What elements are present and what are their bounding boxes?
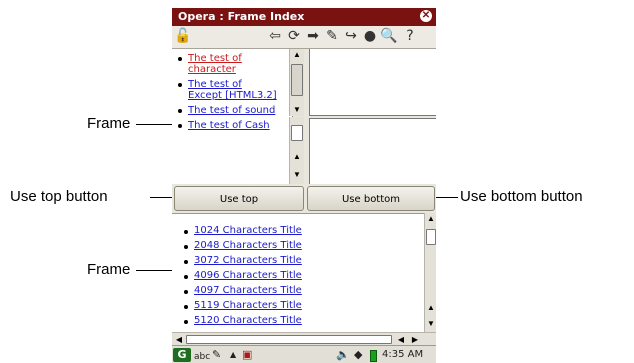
reload-icon[interactable]: ⟳	[285, 28, 303, 45]
input-mode-label[interactable]: abc	[194, 350, 210, 363]
window-title: Opera : Frame Index	[178, 10, 305, 23]
frame-bottom-link-list: 1024 Characters Title 2048 Characters Ti…	[172, 214, 424, 327]
bookmark-icon[interactable]: ↪	[342, 28, 360, 45]
frame-top-right-lower[interactable]	[309, 118, 436, 184]
list-item: 1024 Characters Title	[184, 225, 424, 237]
forward-icon[interactable]: ➡	[304, 28, 322, 45]
battery-icon	[370, 350, 377, 362]
list-item: 4097 Characters Title	[184, 285, 424, 297]
scroll-up-arrow-icon[interactable]: ▲	[290, 49, 304, 61]
scrollbar-thumb[interactable]	[186, 335, 392, 344]
list-item: 5120 Characters Title	[184, 315, 424, 327]
link-test-of-sound[interactable]: The test of sound	[188, 105, 275, 116]
keyboard-icon[interactable]: ▣	[242, 348, 252, 362]
frame-callout-bottom: Frame	[87, 261, 131, 278]
link-test-of-character[interactable]: The test of character	[188, 53, 242, 75]
scroll-down-arrow-icon[interactable]: ▼	[425, 318, 436, 330]
frame-top-right-upper[interactable]	[309, 49, 436, 116]
scrollbar-thumb[interactable]	[291, 125, 303, 141]
horizontal-scrollbar[interactable]: ◀ ◀ ▶	[172, 332, 436, 346]
link-4097-characters-title[interactable]: 4097 Characters Title	[194, 285, 302, 296]
frame-top-left-link-list: The test of character The test of Except…	[172, 49, 292, 131]
frame-bottom-scrollbar[interactable]: ▲ ▲ ▼	[424, 213, 436, 332]
use-bottom-button-callout: Use bottom button	[460, 188, 583, 205]
scroll-up-arrow-icon[interactable]: ▲	[290, 151, 304, 163]
scroll-up-arrow-icon[interactable]: ▲	[425, 302, 436, 314]
frame-callout-top-line	[136, 124, 172, 125]
page-content: The test of character The test of Except…	[172, 49, 436, 346]
speaker-icon[interactable]: 🔈	[336, 348, 350, 362]
globe-icon[interactable]: ●	[361, 28, 379, 45]
use-top-button-callout-line	[150, 197, 172, 198]
frame-callout-bottom-line	[136, 270, 172, 271]
start-icon[interactable]: G	[173, 348, 191, 362]
frame-top-left[interactable]: The test of character The test of Except…	[172, 49, 293, 184]
link-4096-characters-title[interactable]: 4096 Characters Title	[194, 270, 302, 281]
scroll-up-arrow-icon[interactable]: ▲	[425, 213, 436, 225]
link-5119-characters-title[interactable]: 5119 Characters Title	[194, 300, 302, 311]
pen-icon[interactable]: ✎	[212, 348, 221, 362]
list-item: The test of character	[178, 53, 278, 75]
settings-wrench-icon[interactable]: ✎	[323, 28, 341, 45]
browser-toolbar: 🔓 ⇦ ⟳ ➡ ✎ ↪ ● 🔍 ?	[172, 26, 436, 49]
link-3072-characters-title[interactable]: 3072 Characters Title	[194, 255, 302, 266]
up-arrow-icon[interactable]: ▲	[230, 348, 236, 362]
scrollbar-thumb[interactable]	[291, 64, 303, 96]
scroll-down-arrow-icon[interactable]: ▼	[290, 104, 304, 116]
frame-top-left-scrollbar-1[interactable]: ▲ ▼	[289, 49, 304, 116]
opera-device-screen: Opera : Frame Index ✕ 🔓 ⇦ ⟳ ➡ ✎ ↪ ● 🔍 ? …	[172, 8, 436, 363]
lock-icon[interactable]: 🔓	[174, 28, 192, 45]
frame-top-left-scrollbar-2[interactable]: ▲ ▼	[289, 117, 304, 184]
system-taskbar: G abc ✎ ▲ ▣ 🔈 ◆ 4:35 AM	[172, 345, 436, 363]
clock-time[interactable]: 4:35 AM	[382, 348, 423, 362]
link-test-of-except[interactable]: The test of Except [HTML3.2]	[188, 79, 277, 101]
scrollbar-thumb[interactable]	[426, 229, 436, 245]
scroll-down-arrow-icon[interactable]: ▼	[290, 169, 304, 181]
list-item: 4096 Characters Title	[184, 270, 424, 282]
close-icon[interactable]: ✕	[420, 10, 432, 22]
use-top-button-callout: Use top button	[10, 188, 108, 205]
network-icon[interactable]: ◆	[354, 348, 362, 362]
zoom-icon[interactable]: 🔍	[380, 28, 398, 45]
use-bottom-button-callout-line	[436, 197, 458, 198]
link-2048-characters-title[interactable]: 2048 Characters Title	[194, 240, 302, 251]
link-test-of-cash[interactable]: The test of Cash	[188, 120, 270, 131]
list-item: The test of sound	[178, 105, 278, 116]
list-item: The test of Except [HTML3.2]	[178, 79, 278, 101]
list-item: 3072 Characters Title	[184, 255, 424, 267]
link-5120-characters-title[interactable]: 5120 Characters Title	[194, 315, 302, 326]
frame-callout-top: Frame	[87, 115, 131, 132]
link-1024-characters-title[interactable]: 1024 Characters Title	[194, 225, 302, 236]
list-item: 2048 Characters Title	[184, 240, 424, 252]
list-item: The test of Cash	[178, 120, 278, 131]
help-icon[interactable]: ?	[401, 28, 419, 45]
use-bottom-button[interactable]: Use bottom	[307, 186, 435, 211]
use-top-button[interactable]: Use top	[174, 186, 304, 211]
list-item: 5119 Characters Title	[184, 300, 424, 312]
window-title-bar: Opera : Frame Index ✕	[172, 8, 436, 26]
back-icon[interactable]: ⇦	[266, 28, 284, 45]
frame-bottom[interactable]: 1024 Characters Title 2048 Characters Ti…	[172, 213, 424, 333]
